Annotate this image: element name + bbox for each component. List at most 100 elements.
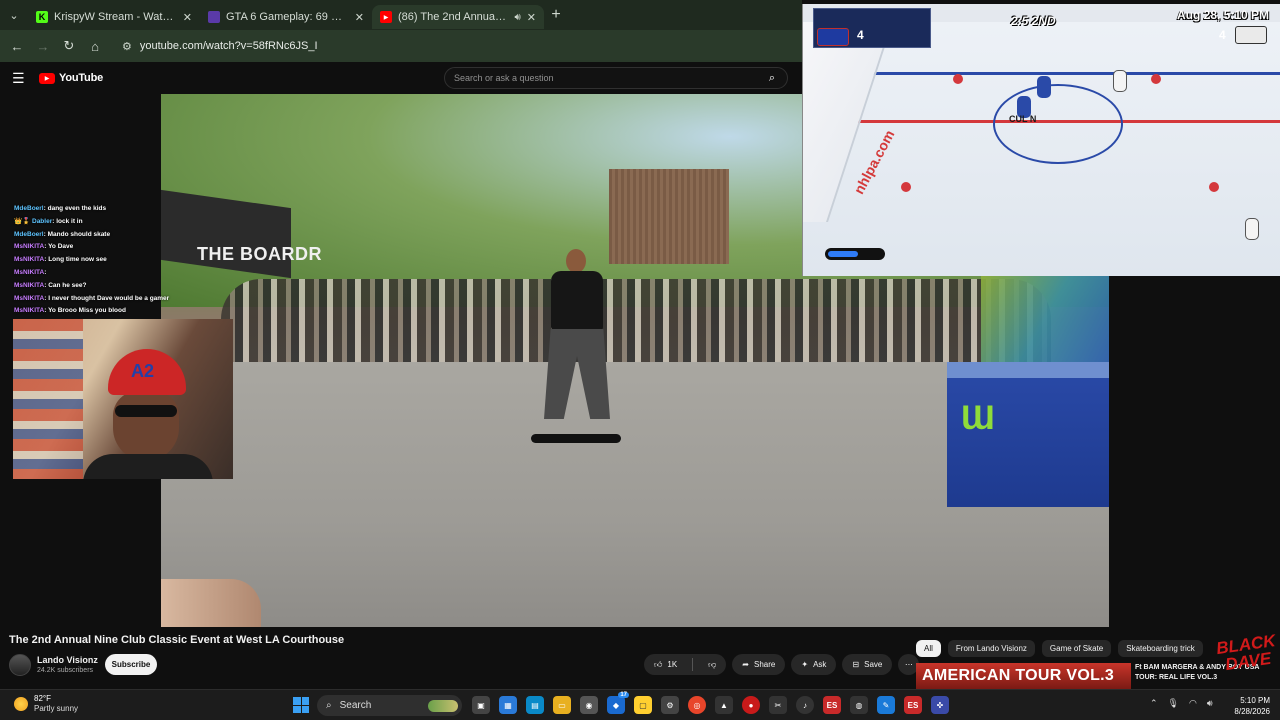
chrome-browser-icon[interactable]: ◎ bbox=[688, 696, 706, 714]
opponent-logo-icon bbox=[1235, 26, 1267, 44]
chat-username[interactable]: Dabler bbox=[32, 218, 52, 225]
chat-text: Yo Dave bbox=[48, 243, 74, 251]
chat-username[interactable]: MsNIKITA bbox=[14, 256, 44, 263]
search-highlight-icon bbox=[428, 699, 458, 712]
close-tab-icon[interactable]: ✕ bbox=[355, 11, 364, 24]
tab-search-chevron-icon[interactable]: ⌄ bbox=[0, 0, 28, 30]
tab-label: (86) The 2nd Annual Nine Club Classic bbox=[398, 11, 509, 23]
windows-taskbar: 82°F Partly sunny ⌕ Search ▣ ▦ ▤ ▭ ◉ ◆ 17… bbox=[0, 689, 1280, 720]
es-app-icon[interactable]: ES bbox=[823, 696, 841, 714]
share-arrow-icon: ➦ bbox=[742, 660, 749, 669]
taskbar-clock[interactable]: 5:10 PM 8/28/2026 bbox=[1226, 695, 1270, 717]
app-badge-count: 17 bbox=[618, 692, 629, 698]
music-icon[interactable]: ♪ bbox=[796, 696, 814, 714]
tab-gta6[interactable]: GTA 6 Gameplay: 69 New Details ✕ bbox=[200, 5, 372, 29]
filter-chip[interactable]: Game of Skate bbox=[1041, 640, 1112, 657]
cap-logo-text: A2 bbox=[131, 361, 155, 381]
streamer-webcam: A2 bbox=[13, 319, 233, 479]
chat-username[interactable]: MsNIKITA bbox=[14, 282, 44, 289]
close-tab-icon[interactable]: ✕ bbox=[183, 11, 192, 24]
black-dave-logo: BLACK DAVE bbox=[1215, 631, 1277, 675]
home-icon[interactable]: ⌂ bbox=[84, 35, 106, 57]
chevron-up-icon[interactable]: ⌃ bbox=[1150, 698, 1158, 709]
settings-gear-icon[interactable]: ⚙ bbox=[661, 696, 679, 714]
close-tab-icon[interactable]: ✕ bbox=[527, 11, 536, 24]
ask-button[interactable]: ✦ Ask bbox=[791, 654, 837, 675]
recommended-video-thumbnail[interactable]: AMERICAN TOUR VOL.3 bbox=[916, 663, 1131, 689]
weather-widget[interactable]: 82°F Partly sunny bbox=[14, 694, 78, 714]
search-input[interactable]: Search or ask a question ⌕ bbox=[444, 67, 788, 89]
webcam-face bbox=[113, 391, 179, 461]
share-button[interactable]: ➦ Share bbox=[732, 654, 786, 675]
address-bar[interactable]: ⚙ youtube.com/watch?v=58fRNc6JS_I bbox=[116, 34, 796, 58]
file-explorer-icon[interactable]: ▭ bbox=[553, 696, 571, 714]
app-icon[interactable]: ✜ bbox=[931, 696, 949, 714]
video-building bbox=[609, 169, 729, 264]
faceoff-dot bbox=[1151, 74, 1161, 84]
dislike-button[interactable]: 👎︎ bbox=[698, 654, 726, 675]
task-view-icon[interactable]: ▣ bbox=[472, 696, 490, 714]
game-period-clock: 2:5 2ND bbox=[1011, 14, 1056, 28]
app-icon[interactable]: ◉ bbox=[580, 696, 598, 714]
hockey-game-overlay: nhlpa.com CUL N 4 2:5 2ND Aug 28, 5:10 P… bbox=[802, 4, 1280, 276]
store-icon[interactable]: ▤ bbox=[526, 696, 544, 714]
record-app-icon[interactable]: ● bbox=[742, 696, 760, 714]
tab-kick-stream[interactable]: K KrispyW Stream - Watch Live on Kick ✕ bbox=[28, 5, 200, 29]
channel-avatar[interactable] bbox=[9, 654, 31, 676]
windows-start-icon[interactable] bbox=[293, 697, 309, 713]
video-actions: 👍︎ 1K 👎︎ ➦ Share ✦ Ask ⊟ Save ⋯ bbox=[644, 654, 920, 675]
url-text: youtube.com/watch?v=58fRNc6JS_I bbox=[139, 40, 318, 52]
like-button[interactable]: 👍︎ 1K bbox=[644, 654, 687, 675]
rink-center-circle bbox=[993, 84, 1123, 164]
new-tab-plus-icon[interactable]: + bbox=[544, 6, 568, 24]
reload-icon[interactable]: ↻ bbox=[58, 35, 80, 57]
microphone-icon[interactable]: 🎙︎ bbox=[1168, 698, 1179, 709]
channel-name[interactable]: Lando Visionz bbox=[37, 655, 98, 665]
chat-username[interactable]: MdeBoerl bbox=[14, 231, 44, 238]
speaker-icon[interactable]: 🔊︎ bbox=[514, 12, 520, 23]
chat-username[interactable]: MdeBoerl bbox=[14, 205, 44, 212]
youtube-logo-text: YouTube bbox=[59, 72, 104, 84]
browser-tab-bar: ⌄ K KrispyW Stream - Watch Live on Kick … bbox=[0, 0, 802, 30]
sticky-app-icon[interactable]: ▢ bbox=[634, 696, 652, 714]
volume-icon[interactable]: 🔊︎ bbox=[1207, 698, 1213, 709]
back-arrow-icon[interactable]: ← bbox=[6, 35, 28, 57]
filter-chip[interactable]: Skateboarding trick bbox=[1118, 640, 1203, 657]
chat-username[interactable]: MsNIKITA bbox=[14, 243, 44, 250]
video-graffiti-wall bbox=[981, 276, 1109, 362]
chat-username[interactable]: MsNIKITA bbox=[14, 269, 44, 276]
chat-username[interactable]: MsNIKITA bbox=[14, 307, 44, 314]
capcut-icon[interactable]: ✂ bbox=[769, 696, 787, 714]
taskbar-apps: ▣ ▦ ▤ ▭ ◉ ◆ 17 ▢ ⚙ ◎ ▲ ● ✂ ♪ ES ◍ ✎ ES ✜ bbox=[472, 692, 949, 714]
youtube-play-icon: ▶ bbox=[39, 72, 55, 84]
app-icon[interactable]: ✎ bbox=[877, 696, 895, 714]
filter-chip[interactable]: From Lando Visionz bbox=[947, 640, 1035, 657]
taskbar-search[interactable]: ⌕ Search bbox=[317, 695, 462, 716]
site-info-icon[interactable]: ⚙ bbox=[122, 40, 132, 53]
video-title: The 2nd Annual Nine Club Classic Event a… bbox=[9, 634, 345, 646]
menu-hamburger-icon[interactable]: ☰ bbox=[12, 70, 25, 87]
es-app-icon[interactable]: ES bbox=[904, 696, 922, 714]
app-icon[interactable]: ▲ bbox=[715, 696, 733, 714]
forward-arrow-icon[interactable]: → bbox=[32, 35, 54, 57]
filter-chip[interactable]: All bbox=[916, 640, 941, 657]
youtube-logo[interactable]: ▶ YouTube bbox=[39, 72, 103, 84]
tab-youtube-active[interactable]: ▶ (86) The 2nd Annual Nine Club Classic … bbox=[372, 5, 544, 29]
faceoff-dot bbox=[1209, 182, 1219, 192]
search-icon[interactable]: ⌕ bbox=[757, 68, 787, 88]
shot-power-fill bbox=[828, 251, 858, 257]
more-dots-icon: ⋯ bbox=[904, 660, 913, 669]
faceoff-dot bbox=[953, 74, 963, 84]
wifi-icon[interactable]: ◠ bbox=[1189, 698, 1197, 709]
search-placeholder: Search or ask a question bbox=[454, 73, 554, 83]
webcam-shirt bbox=[83, 454, 213, 479]
app-with-badge-icon[interactable]: ◆ 17 bbox=[607, 692, 629, 714]
chat-username[interactable]: MsNIKITA bbox=[14, 295, 44, 302]
app-icon[interactable]: ◍ bbox=[850, 696, 868, 714]
subscribe-button[interactable]: Subscribe bbox=[105, 654, 157, 675]
chat-badges-icon: 👑🎖️ bbox=[14, 217, 31, 225]
clock-date: 8/28/2026 bbox=[1234, 707, 1270, 716]
desktop-app-icon[interactable]: ▦ bbox=[499, 696, 517, 714]
save-button[interactable]: ⊟ Save bbox=[842, 654, 893, 675]
webcam-shelf bbox=[13, 319, 83, 479]
